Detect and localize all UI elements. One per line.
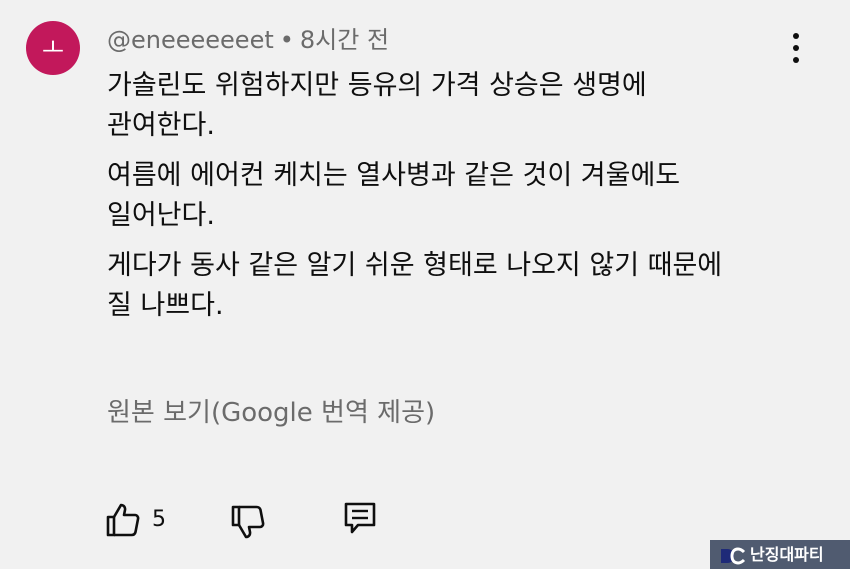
comment-line: 게다가 동사 같은 알기 쉬운 형태로 나오지 않기 때문에 <box>107 250 723 281</box>
more-vertical-icon[interactable] <box>780 30 812 66</box>
see-original-link[interactable]: 원본 보기(Google 번역 제공) <box>107 393 435 433</box>
meta-separator: • <box>279 26 294 54</box>
comment-line: 가솔린도 위험하지만 등유의 가격 상승은 생명에 <box>107 70 647 101</box>
comment-line: 관여한다. <box>107 110 215 141</box>
comment-header: @eneeeeeeet • 8시간 전 <box>107 24 389 56</box>
comment-line: 일어난다. <box>107 200 215 231</box>
reply-comment-icon[interactable] <box>343 501 377 535</box>
author-name[interactable]: @eneeeeeeet <box>107 26 274 54</box>
dc-logo-icon <box>721 546 746 565</box>
watermark-text: 난징대파티 <box>750 545 824 564</box>
comment-timestamp[interactable]: 8시간 전 <box>300 26 389 54</box>
thumbs-down-icon[interactable] <box>230 504 266 540</box>
comment-line: 질 나쁘다. <box>107 290 224 321</box>
comment-line: 여름에 에어컨 케치는 열사병과 같은 것이 겨울에도 <box>107 160 681 191</box>
avatar[interactable]: ㅗ <box>26 21 80 75</box>
thumbs-up-icon[interactable] <box>105 502 141 538</box>
site-watermark: 난징대파티 <box>710 540 850 569</box>
like-count: 5 <box>152 507 166 532</box>
comment-text: 가솔린도 위험하지만 등유의 가격 상승은 생명에 관여한다. 여름에 에어컨 … <box>107 66 807 336</box>
